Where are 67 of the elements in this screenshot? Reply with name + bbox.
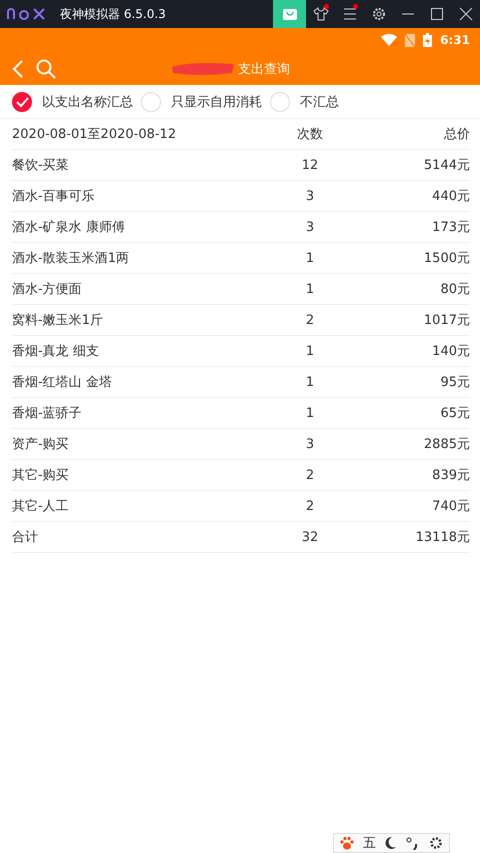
table-cell-text: 酒水-方便面	[12, 281, 83, 298]
table-cell-text: 440元	[431, 188, 470, 205]
table-cell-text: 2	[304, 468, 316, 482]
table-cell-text: 2	[304, 498, 316, 514]
table-cell-text: 香烟-红塔山 金塔	[12, 374, 113, 391]
table-cell-text: 80元	[439, 281, 470, 298]
shirt-icon	[312, 6, 328, 22]
table-cell-text: 1	[304, 406, 316, 420]
page-title: 支出查询	[238, 60, 290, 78]
radio-option[interactable]: 不汇总	[270, 92, 339, 112]
table-cell-text: 酒水-散装玉米酒1两	[12, 250, 130, 267]
table-cell-text: 13118元	[414, 529, 470, 546]
checkmark-icon	[15, 96, 29, 108]
table-cell-text: 140元	[431, 343, 470, 360]
table-cell-text: 95元	[439, 374, 470, 391]
paw-icon[interactable]	[340, 836, 354, 850]
minimize-icon	[400, 13, 414, 15]
table-cell-text: 65元	[439, 405, 470, 422]
settings-icon	[370, 6, 386, 22]
table-cell-text: 合计	[12, 529, 39, 546]
clock: 6:31	[440, 33, 470, 47]
table-cell-text: 3	[304, 436, 316, 452]
close-icon	[458, 7, 472, 21]
table-cell-text: 5144元	[422, 157, 470, 174]
table-cell-text: 3	[304, 188, 316, 204]
no-sim-icon	[405, 34, 416, 46]
table-cell-text: 酒水-矿泉水 康师傅	[12, 219, 126, 236]
settings-icon[interactable]	[429, 836, 443, 850]
radio-option[interactable]: 只显示自用消耗	[141, 92, 262, 112]
radio-option[interactable]: 以支出名称汇总	[12, 92, 133, 112]
table-cell-text: 1	[304, 344, 316, 358]
table-cell-text: 839元	[431, 467, 470, 484]
table-cell-text: 2	[304, 312, 316, 328]
table-cell-text: 窝料-嫩玉米1斤	[12, 312, 104, 329]
table-cell-text: 1	[304, 282, 316, 296]
table-cell-text: 740元	[431, 498, 470, 515]
table-cell-text: 香烟-蓝骄子	[12, 405, 83, 422]
table-cell-text: 资产-购买	[12, 436, 70, 453]
search-button[interactable]	[36, 58, 56, 78]
punctuation-icon[interactable]	[406, 836, 420, 850]
input-mode-toggle[interactable]: 五	[363, 834, 376, 852]
wifi-icon	[381, 34, 398, 46]
table-cell-text: 3	[304, 220, 316, 234]
bag-icon	[282, 7, 298, 21]
back-button[interactable]	[12, 60, 24, 78]
table-cell-text: 1	[304, 374, 316, 390]
table-cell-text: 12	[300, 158, 320, 172]
table-cell-text: 1500元	[422, 250, 470, 267]
table-cell-text: 酒水-百事可乐	[12, 188, 96, 205]
table-cell-text: 1017元	[422, 312, 470, 329]
table-cell-text: 餐饮-买菜	[12, 157, 70, 174]
table-cell-text: 其它-购买	[12, 467, 70, 484]
column-header: 总价	[443, 126, 470, 143]
maximize-icon	[430, 7, 444, 21]
window-title: 夜神模拟器 6.5.0.3	[60, 6, 166, 22]
battery-icon	[423, 33, 432, 47]
column-header: 2020-08-01至2020-08-12	[12, 126, 178, 143]
redaction-mark	[170, 60, 236, 76]
menu-icon	[342, 8, 356, 20]
moon-icon[interactable]	[385, 836, 397, 850]
table-cell-text: 1	[304, 250, 316, 266]
table-cell-text: 其它-人工	[12, 498, 70, 515]
table-cell-text: 香烟-真龙 细支	[12, 343, 100, 360]
table-cell-text: 173元	[431, 219, 470, 236]
table-cell-text: 2885元	[422, 436, 470, 453]
table-cell-text: 32	[300, 530, 320, 544]
column-header: 次数	[296, 126, 324, 143]
